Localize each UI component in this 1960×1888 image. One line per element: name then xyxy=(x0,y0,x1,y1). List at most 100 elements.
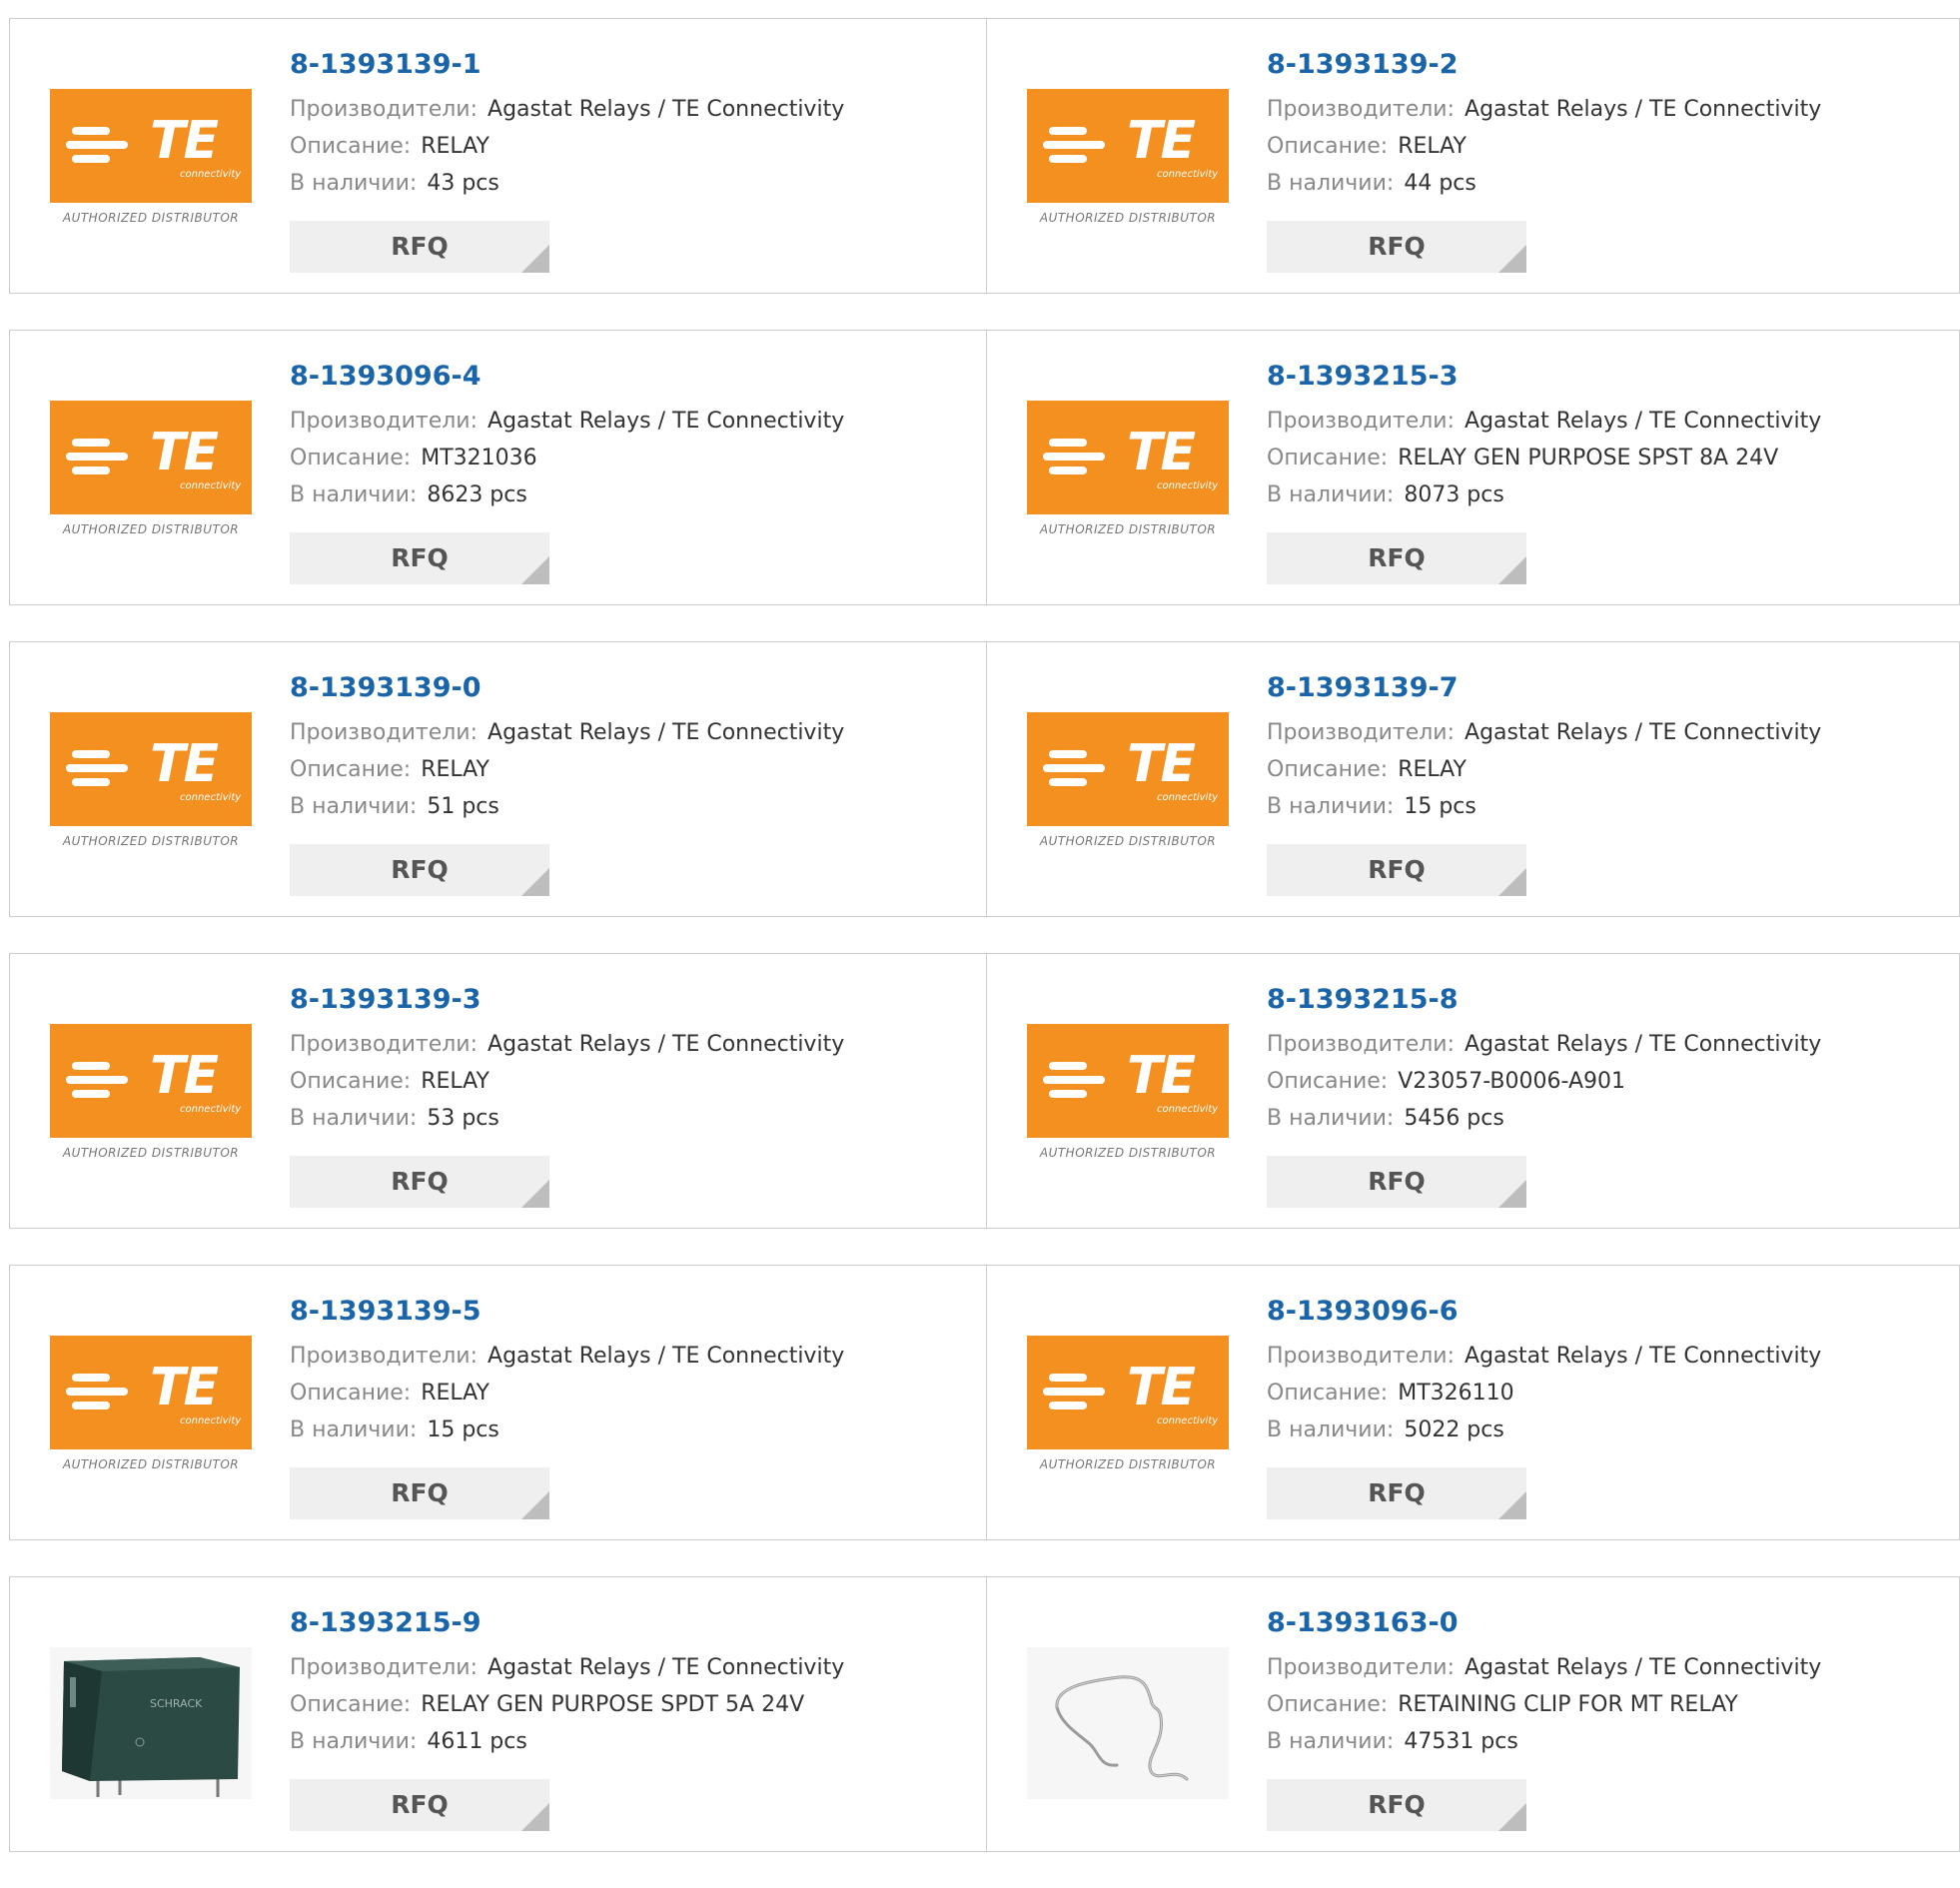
product-image[interactable]: TE connectivity AUTHORIZED DISTRIBUTOR xyxy=(50,712,252,864)
product-image[interactable]: TE connectivity AUTHORIZED DISTRIBUTOR xyxy=(1027,401,1229,552)
rfq-button[interactable]: RFQ xyxy=(290,532,549,584)
description-value: MT321036 xyxy=(421,446,537,471)
manufacturer-value: Agastat Relays / TE Connectivity xyxy=(1465,720,1822,745)
rfq-button[interactable]: RFQ xyxy=(1267,1779,1526,1831)
manufacturer-label: Производители: xyxy=(1267,720,1456,745)
product-image[interactable]: TE connectivity AUTHORIZED DISTRIBUTOR xyxy=(1027,89,1229,241)
product-info: 8-1393139-2 Производители: Agastat Relays … xyxy=(1267,47,1821,202)
stock-label: В наличии: xyxy=(290,1106,418,1131)
rfq-button-label: RFQ xyxy=(1368,1478,1426,1507)
rfq-button[interactable]: RFQ xyxy=(1267,221,1526,273)
part-number-link[interactable]: 8-1393215-8 xyxy=(1267,982,1821,1018)
rfq-button[interactable]: RFQ xyxy=(290,844,549,896)
stock-label: В наличии: xyxy=(1267,794,1395,819)
stock-label: В наличии: xyxy=(1267,1417,1395,1442)
stock-label: В наличии: xyxy=(290,1729,418,1754)
description-value: RETAINING CLIP FOR MT RELAY xyxy=(1398,1692,1738,1717)
manufacturer-label: Производители: xyxy=(290,97,479,122)
authorized-distributor-label: AUTHORIZED DISTRIBUTOR xyxy=(1039,834,1217,848)
logo-sub: connectivity xyxy=(1157,1416,1219,1426)
part-number-link[interactable]: 8-1393139-0 xyxy=(290,670,844,706)
description-value: RELAY GEN PURPOSE SPST 8A 24V xyxy=(1398,446,1779,471)
manufacturer-value: Agastat Relays / TE Connectivity xyxy=(1465,1032,1822,1057)
rfq-button[interactable]: RFQ xyxy=(1267,844,1526,896)
manufacturer-label: Производители: xyxy=(290,720,479,745)
stock-line: В наличии: 8623 pcs xyxy=(290,476,844,513)
part-number-link[interactable]: 8-1393163-0 xyxy=(1267,1605,1821,1641)
corner-triangle-icon xyxy=(1498,245,1526,273)
description-label: Описание: xyxy=(290,1381,412,1406)
product-image[interactable]: TE connectivity AUTHORIZED DISTRIBUTOR xyxy=(1027,1024,1229,1176)
part-number-link[interactable]: 8-1393215-3 xyxy=(1267,359,1821,395)
stock-label: В наличии: xyxy=(1267,482,1395,507)
manufacturer-label: Производители: xyxy=(1267,409,1456,434)
product-image[interactable]: TE connectivity AUTHORIZED DISTRIBUTOR xyxy=(50,401,252,552)
stock-line: В наличии: 5022 pcs xyxy=(1267,1412,1821,1448)
manufacturer-line: Производители: Agastat Relays / TE Connec… xyxy=(1267,1338,1821,1375)
logo-sub: connectivity xyxy=(180,1104,242,1115)
product-image[interactable]: TE connectivity AUTHORIZED DISTRIBUTOR xyxy=(50,89,252,241)
description-label: Описание: xyxy=(1267,446,1389,471)
product-image[interactable]: TE connectivity AUTHORIZED DISTRIBUTOR xyxy=(1027,1336,1229,1487)
product-image[interactable]: SCHRACK xyxy=(50,1647,252,1799)
product-card: TE connectivity AUTHORIZED DISTRIBUTOR 8… xyxy=(9,330,987,605)
te-connectivity-logo: TE connectivity xyxy=(1027,1336,1229,1449)
product-card: TE connectivity AUTHORIZED DISTRIBUTOR 8… xyxy=(987,1265,1960,1540)
rfq-button-label: RFQ xyxy=(391,1790,449,1819)
description-label: Описание: xyxy=(1267,1381,1389,1406)
stock-value: 15 pcs xyxy=(1404,794,1476,819)
relay-brand-marking: SCHRACK xyxy=(150,1697,203,1710)
part-number-link[interactable]: 8-1393139-5 xyxy=(290,1294,844,1330)
rfq-button[interactable]: RFQ xyxy=(1267,532,1526,584)
product-info: 8-1393215-3 Производители: Agastat Relays … xyxy=(1267,359,1821,513)
rfq-button[interactable]: RFQ xyxy=(290,1467,549,1519)
manufacturer-value: Agastat Relays / TE Connectivity xyxy=(1465,97,1822,122)
te-connectivity-logo: TE connectivity xyxy=(1027,89,1229,203)
manufacturer-line: Производители: Agastat Relays / TE Connec… xyxy=(1267,403,1821,440)
rfq-button[interactable]: RFQ xyxy=(1267,1467,1526,1519)
stock-value: 5456 pcs xyxy=(1404,1106,1504,1131)
description-label: Описание: xyxy=(1267,134,1389,159)
manufacturer-line: Производители: Agastat Relays / TE Connec… xyxy=(290,1649,844,1686)
corner-triangle-icon xyxy=(521,245,549,273)
product-image[interactable]: TE connectivity AUTHORIZED DISTRIBUTOR xyxy=(1027,712,1229,864)
product-info: 8-1393215-8 Производители: Agastat Relays … xyxy=(1267,982,1821,1137)
rfq-button-label: RFQ xyxy=(391,232,449,261)
manufacturer-line: Производители: Agastat Relays / TE Connec… xyxy=(290,714,844,751)
description-value: RELAY xyxy=(1398,757,1467,782)
logo-brand: TE xyxy=(1127,423,1196,482)
product-image[interactable]: TE connectivity AUTHORIZED DISTRIBUTOR xyxy=(50,1024,252,1176)
product-card: TE connectivity AUTHORIZED DISTRIBUTOR 8… xyxy=(987,18,1960,294)
part-number-link[interactable]: 8-1393139-7 xyxy=(1267,670,1821,706)
rfq-button[interactable]: RFQ xyxy=(290,1779,549,1831)
logo-sub: connectivity xyxy=(1157,792,1219,803)
part-number-link[interactable]: 8-1393096-4 xyxy=(290,359,844,395)
manufacturer-value: Agastat Relays / TE Connectivity xyxy=(488,720,845,745)
product-info: 8-1393139-5 Производители: Agastat Relays … xyxy=(290,1294,844,1448)
part-number-link[interactable]: 8-1393139-3 xyxy=(290,982,844,1018)
product-image[interactable] xyxy=(1027,1647,1229,1799)
corner-triangle-icon xyxy=(1498,1803,1526,1831)
part-number-link[interactable]: 8-1393139-1 xyxy=(290,47,844,83)
rfq-button[interactable]: RFQ xyxy=(290,221,549,273)
logo-brand: TE xyxy=(150,1046,219,1106)
stock-line: В наличии: 47531 pcs xyxy=(1267,1723,1821,1760)
product-row: TE connectivity AUTHORIZED DISTRIBUTOR 8… xyxy=(9,330,1960,605)
description-value: RELAY xyxy=(421,1069,490,1094)
description-line: Описание: MT321036 xyxy=(290,440,844,476)
rfq-button[interactable]: RFQ xyxy=(290,1156,549,1208)
description-value: RELAY xyxy=(421,757,490,782)
description-line: Описание: RETAINING CLIP FOR MT RELAY xyxy=(1267,1686,1821,1723)
part-number-link[interactable]: 8-1393096-6 xyxy=(1267,1294,1821,1330)
stock-value: 44 pcs xyxy=(1404,171,1476,196)
part-number-link[interactable]: 8-1393139-2 xyxy=(1267,47,1821,83)
product-image[interactable]: TE connectivity AUTHORIZED DISTRIBUTOR xyxy=(50,1336,252,1487)
logo-brand: TE xyxy=(1127,1358,1196,1417)
rfq-button[interactable]: RFQ xyxy=(1267,1156,1526,1208)
te-connectivity-logo: TE connectivity xyxy=(50,1024,252,1138)
authorized-distributor-label: AUTHORIZED DISTRIBUTOR xyxy=(1039,1457,1217,1471)
description-value: RELAY xyxy=(421,1381,490,1406)
part-number-link[interactable]: 8-1393215-9 xyxy=(290,1605,844,1641)
authorized-distributor-label: AUTHORIZED DISTRIBUTOR xyxy=(1039,1146,1217,1160)
manufacturer-line: Производители: Agastat Relays / TE Connec… xyxy=(290,1338,844,1375)
